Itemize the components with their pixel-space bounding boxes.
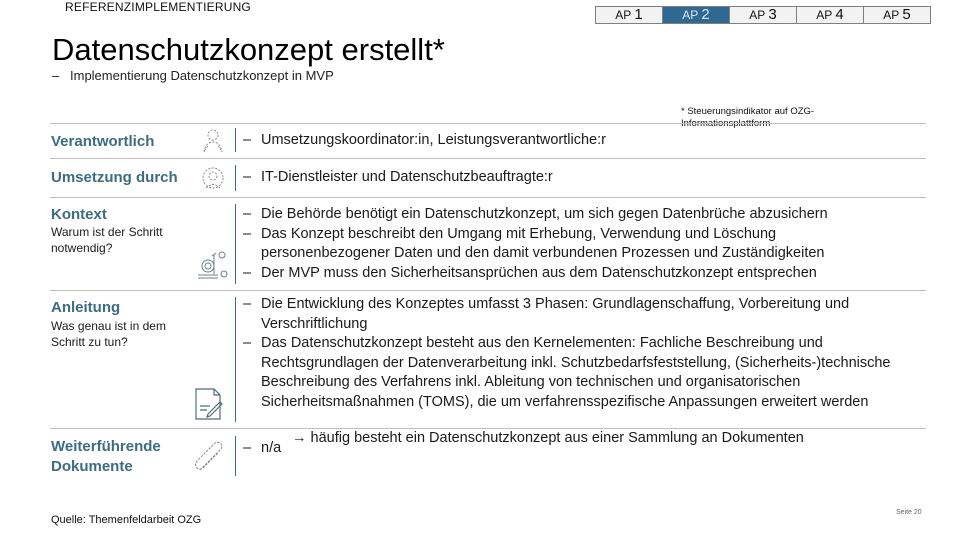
tab-number: 5 [902, 6, 911, 23]
row-divider [50, 290, 926, 291]
ap-tab-bar: AP 1 AP 2 AP 3 AP 4 AP 5 [595, 6, 931, 24]
row-bar [235, 436, 236, 476]
row-label-kontext: Kontext [51, 206, 107, 223]
anleitung-note: → häufig besteht ein Datenschutzkonzept … [292, 430, 804, 446]
row-content-dokumente: n/a [243, 439, 281, 459]
footnote: * Steuerungsindikator auf OZG-Informatio… [681, 106, 815, 129]
list-item: n/a [243, 439, 281, 459]
row-label-anleitung: Anleitung [51, 299, 121, 316]
tab-number: 3 [768, 6, 777, 23]
page-title: Datenschutzkonzept erstellt* [52, 32, 445, 67]
row-sublabel-kontext: Warum ist der Schritt notwendig? [51, 225, 163, 255]
molecule-icon [198, 251, 228, 279]
section-kicker: REFERENZIMPLEMENTIERUNG [65, 0, 251, 14]
people-icon [203, 129, 223, 153]
tab-ap-1[interactable]: AP 1 [596, 7, 663, 23]
row-content-verantwortlich: Umsetzungskoordinator:in, Leistungsveran… [243, 131, 606, 151]
source-note: Quelle: Themenfeldarbeit OZG [51, 514, 202, 526]
tab-prefix: AP [749, 8, 766, 22]
row-divider [50, 428, 926, 429]
tab-prefix: AP [682, 8, 699, 22]
tab-ap-4[interactable]: AP 4 [797, 7, 864, 23]
row-label-dokumente: Weiterführende Dokumente [51, 438, 161, 475]
list-item: Umsetzungskoordinator:in, Leistungsveran… [243, 131, 606, 151]
tab-prefix: AP [883, 8, 900, 22]
row-sublabel-anleitung: Was genau ist in dem Schritt zu tun? [51, 319, 166, 349]
tab-number: 1 [634, 6, 643, 23]
row-bar [235, 165, 236, 191]
document-edit-icon [195, 388, 223, 420]
tab-number: 2 [701, 6, 710, 23]
list-item: Der MVP muss den Sicherheitsansprüchen a… [243, 264, 893, 284]
tab-ap-3[interactable]: AP 3 [730, 7, 797, 23]
row-label-umsetzung: Umsetzung durch [51, 169, 178, 186]
row-label-verantwortlich: Verantwortlich [51, 133, 155, 150]
row-content-kontext: Die Behörde benötigt ein Datenschutzkonz… [243, 205, 893, 283]
row-divider [50, 197, 926, 198]
row-divider [50, 123, 926, 124]
row-content-anleitung: Die Entwicklung des Konzeptes umfasst 3 … [243, 295, 903, 412]
list-item: Die Entwicklung des Konzeptes umfasst 3 … [243, 295, 903, 334]
list-item: Die Behörde benötigt ein Datenschutzkonz… [243, 205, 893, 225]
page-subtitle: – Implementierung Datenschutzkonzept in M… [52, 68, 334, 83]
row-content-umsetzung: IT-Dienstleister und Datenschutzbeauftra… [243, 168, 553, 188]
list-item: Das Konzept beschreibt den Umgang mit Er… [243, 225, 893, 264]
row-bar [235, 204, 236, 284]
paperclip-icon [195, 441, 223, 471]
subtitle-dash: – [52, 68, 60, 83]
page-number: Seite 20 [896, 509, 922, 516]
tab-ap-2[interactable]: AP 2 [663, 7, 730, 23]
subtitle-text: Implementierung Datenschutzkonzept in MV… [70, 68, 334, 83]
list-item: IT-Dienstleister und Datenschutzbeauftra… [243, 168, 553, 188]
team-icon [202, 167, 224, 189]
tab-prefix: AP [615, 8, 632, 22]
tab-prefix: AP [816, 8, 833, 22]
tab-ap-5[interactable]: AP 5 [864, 7, 930, 23]
row-bar [235, 297, 236, 422]
tab-number: 4 [835, 6, 844, 23]
list-item: Das Datenschutzkonzept besteht aus den K… [243, 334, 903, 412]
row-bar [235, 128, 236, 152]
row-divider [50, 158, 926, 159]
